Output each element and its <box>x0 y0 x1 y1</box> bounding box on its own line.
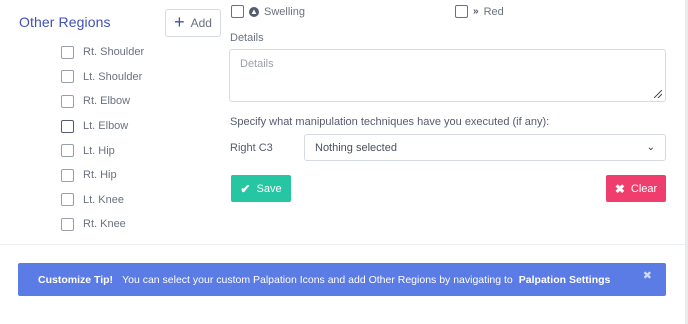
red-checkbox[interactable] <box>455 5 468 18</box>
swelling-option[interactable]: ▲ Swelling <box>231 5 305 18</box>
region-checkbox[interactable] <box>61 168 74 182</box>
other-regions-title: Other Regions <box>19 14 111 30</box>
palpation-panel: Other Regions + Add Rt. Shoulder Lt. Sho… <box>0 0 688 324</box>
region-label: Rt. Elbow <box>83 95 131 108</box>
manipulation-select[interactable]: Nothing selected ⌄ <box>304 134 666 161</box>
clear-button-label: Clear <box>630 182 658 195</box>
check-icon: ✔ <box>240 181 251 196</box>
region-label: Rt. Knee <box>83 218 126 231</box>
region-label: Lt. Elbow <box>83 120 129 133</box>
resize-grip-icon[interactable] <box>654 90 662 98</box>
red-label: Red <box>483 5 504 18</box>
manipulation-select-value: Nothing selected <box>315 141 397 154</box>
region-label: Rt. Hip <box>83 169 117 182</box>
region-label: Lt. Shoulder <box>83 70 143 83</box>
manipulation-row-label: Right C3 <box>230 142 273 154</box>
add-button-label: Add <box>190 16 212 30</box>
region-label: Lt. Hip <box>83 144 115 157</box>
region-checkbox[interactable] <box>61 119 74 133</box>
tip-heading: Customize Tip! <box>38 273 114 286</box>
close-tip-icon[interactable]: ✖ <box>643 269 652 282</box>
swelling-label: Swelling <box>264 5 305 18</box>
tip-text: You can select your custom Palpation Ico… <box>122 273 513 286</box>
region-item-rt-shoulder[interactable]: Rt. Shoulder <box>61 40 144 65</box>
details-label: Details <box>230 32 264 44</box>
region-label: Lt. Knee <box>83 193 124 206</box>
region-item-lt-elbow[interactable]: Lt. Elbow <box>61 114 144 139</box>
customize-tip-banner: Customize Tip! You can select your custo… <box>18 263 666 296</box>
region-checkbox[interactable] <box>61 94 74 108</box>
save-button-label: Save <box>256 182 282 195</box>
arrow-up-circle-icon: ▲ <box>249 6 259 17</box>
region-label: Rt. Shoulder <box>83 46 145 59</box>
swelling-checkbox[interactable] <box>231 5 244 18</box>
clear-button[interactable]: ✖ Clear <box>606 175 666 202</box>
save-button[interactable]: ✔ Save <box>231 175 291 202</box>
red-option[interactable]: » Red <box>455 5 504 18</box>
region-item-rt-knee[interactable]: Rt. Knee <box>61 212 144 237</box>
close-icon: ✖ <box>614 181 625 196</box>
details-placeholder: Details <box>240 58 274 70</box>
region-item-lt-knee[interactable]: Lt. Knee <box>61 188 144 213</box>
palpation-settings-link[interactable]: Palpation Settings <box>519 274 611 286</box>
region-item-rt-hip[interactable]: Rt. Hip <box>61 163 144 188</box>
details-textarea[interactable]: Details <box>229 49 666 102</box>
region-item-lt-shoulder[interactable]: Lt. Shoulder <box>61 65 144 90</box>
double-chevron-down-icon: » <box>473 6 479 17</box>
region-checkbox[interactable] <box>61 144 74 158</box>
region-checkbox[interactable] <box>61 217 74 231</box>
region-checkbox[interactable] <box>61 193 74 207</box>
region-checkbox[interactable] <box>61 45 74 59</box>
region-list: Rt. Shoulder Lt. Shoulder Rt. Elbow Lt. … <box>61 40 144 237</box>
chevron-down-icon: ⌄ <box>646 142 655 153</box>
manipulation-question: Specify what manipulation techniques hav… <box>230 116 550 128</box>
section-divider <box>0 244 688 245</box>
region-checkbox[interactable] <box>61 70 74 84</box>
region-item-lt-hip[interactable]: Lt. Hip <box>61 138 144 163</box>
plus-icon: + <box>174 12 185 32</box>
add-region-button[interactable]: + Add <box>165 9 221 37</box>
region-item-rt-elbow[interactable]: Rt. Elbow <box>61 89 144 114</box>
